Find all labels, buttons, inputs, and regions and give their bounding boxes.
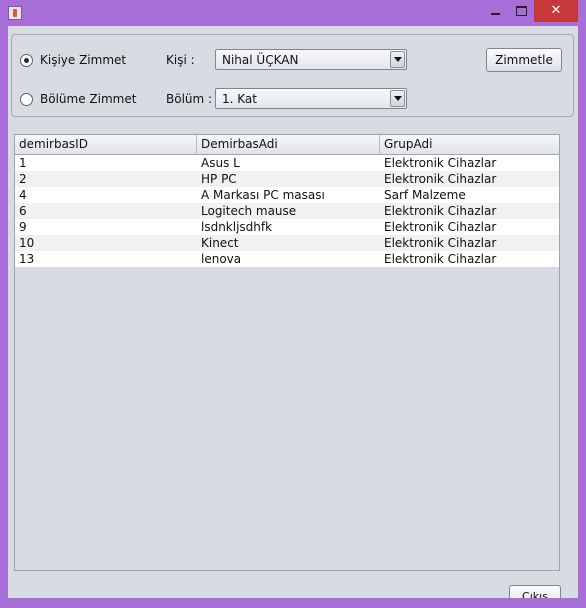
table-cell: Elektronik Cihazlar bbox=[384, 236, 497, 250]
radio-department-icon[interactable] bbox=[20, 92, 33, 106]
table-cell: 13 bbox=[19, 252, 35, 266]
table-cell: 9 bbox=[19, 220, 27, 234]
table-cell: Sarf Malzeme bbox=[384, 188, 466, 202]
table-row[interactable]: 13 lenova Elektronik Cihazlar bbox=[15, 251, 559, 267]
close-icon[interactable]: ✕ bbox=[534, 0, 578, 22]
table-cell: 6 bbox=[19, 204, 27, 218]
title-bar[interactable]: ✕ bbox=[0, 0, 586, 26]
table-cell: 2 bbox=[19, 172, 27, 186]
table-row[interactable]: 6 Logitech mause Elektronik Cihazlar bbox=[15, 203, 559, 219]
table-row[interactable]: 9 lsdnkljsdhfk Elektronik Cihazlar bbox=[15, 219, 559, 235]
chevron-down-icon[interactable] bbox=[390, 51, 405, 68]
table-header: demirbasID DemirbasAdi GrupAdi bbox=[15, 135, 559, 155]
table-cell: A Markası PC masası bbox=[201, 188, 325, 202]
person-label: Kişi : bbox=[166, 53, 195, 67]
java-cup-icon bbox=[8, 6, 22, 20]
table-row[interactable]: 1 Asus L Elektronik Cihazlar bbox=[15, 155, 559, 171]
radio-person-label[interactable]: Kişiye Zimmet bbox=[40, 53, 126, 67]
radio-department-option[interactable]: Bölüme Zimmet bbox=[20, 92, 136, 106]
assignment-panel: Kişiye Zimmet Bölüme Zimmet Kişi : Nihal… bbox=[11, 34, 574, 117]
table-body: 1 Asus L Elektronik Cihazlar 2 HP PC Ele… bbox=[15, 155, 559, 267]
table-cell: 10 bbox=[19, 236, 35, 250]
exit-button[interactable]: Çıkış bbox=[509, 585, 561, 598]
table-cell: Elektronik Cihazlar bbox=[384, 252, 497, 266]
department-select[interactable]: 1. Kat bbox=[215, 88, 407, 109]
table-cell: Elektronik Cihazlar bbox=[384, 204, 497, 218]
table-cell: Asus L bbox=[201, 156, 240, 170]
table-row[interactable]: 10 Kinect Elektronik Cihazlar bbox=[15, 235, 559, 251]
table-cell: lsdnkljsdhfk bbox=[201, 220, 273, 234]
minimize-icon[interactable] bbox=[482, 0, 508, 22]
radio-person-icon[interactable] bbox=[20, 53, 33, 67]
person-select-value: Nihal ÜÇKAN bbox=[222, 53, 299, 67]
column-header-grup-adi[interactable]: GrupAdi bbox=[380, 135, 559, 154]
table-cell: Logitech mause bbox=[201, 204, 297, 218]
table-cell: 4 bbox=[19, 188, 27, 202]
table-cell: Kinect bbox=[201, 236, 239, 250]
table-cell: 1 bbox=[19, 156, 27, 170]
table-cell: Elektronik Cihazlar bbox=[384, 220, 497, 234]
table-cell: HP PC bbox=[201, 172, 237, 186]
table-row[interactable]: 2 HP PC Elektronik Cihazlar bbox=[15, 171, 559, 187]
table-row[interactable]: 4 A Markası PC masası Sarf Malzeme bbox=[15, 187, 559, 203]
column-header-demirbas-adi[interactable]: DemirbasAdi bbox=[197, 135, 380, 154]
department-label: Bölüm : bbox=[166, 92, 213, 106]
assign-button[interactable]: Zimmetle bbox=[486, 48, 562, 72]
chevron-down-icon[interactable] bbox=[390, 90, 405, 107]
table-cell: Elektronik Cihazlar bbox=[384, 172, 497, 186]
table-cell: Elektronik Cihazlar bbox=[384, 156, 497, 170]
department-select-value: 1. Kat bbox=[222, 92, 257, 106]
window-bottom-border bbox=[0, 598, 586, 608]
person-select[interactable]: Nihal ÜÇKAN bbox=[215, 49, 407, 70]
inventory-table[interactable]: demirbasID DemirbasAdi GrupAdi 1 Asus L … bbox=[14, 134, 560, 571]
window-content: Kişiye Zimmet Bölüme Zimmet Kişi : Nihal… bbox=[8, 26, 578, 598]
column-header-demirbas-id[interactable]: demirbasID bbox=[15, 135, 197, 154]
radio-department-label[interactable]: Bölüme Zimmet bbox=[40, 92, 136, 106]
maximize-icon[interactable] bbox=[508, 0, 534, 22]
table-cell: lenova bbox=[201, 252, 242, 266]
radio-person-option[interactable]: Kişiye Zimmet bbox=[20, 53, 126, 67]
